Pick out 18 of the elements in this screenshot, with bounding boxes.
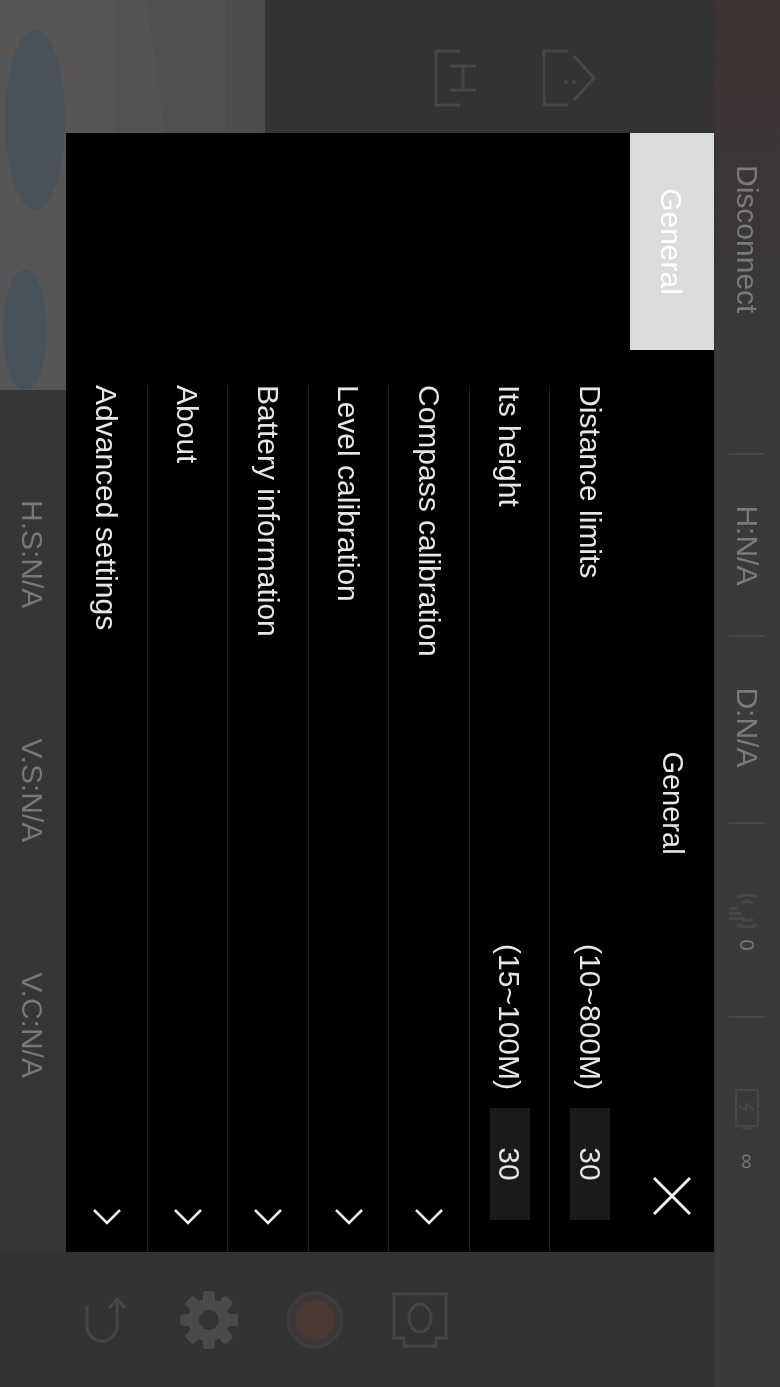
signal-reading: 0 [735,939,760,951]
status-reading: D:N/A [730,687,765,768]
setting-label: Level calibration [331,385,367,604]
dialog-title: General [655,751,690,855]
setting-label: About [170,385,206,466]
setting-label: Compass calibration [411,385,447,659]
range-hint: (10~800M) [572,944,608,1090]
telemetry-reading: V.S:N/A [15,738,51,843]
setting-label: Its height [492,385,528,509]
range-hint: (15~100M) [492,944,528,1090]
setting-label: Battery information [250,385,286,639]
connection-status: Disconnect [730,165,765,314]
telemetry-reading: V.C:N/A [15,972,51,1078]
setting-label: Distance limits [572,385,608,581]
status-reading: H:N/A [730,505,765,586]
battery-reading: ∞ [734,1153,761,1170]
telemetry-reading: H.S:N/A [15,500,51,609]
setting-label: Advanced settings [89,385,125,633]
